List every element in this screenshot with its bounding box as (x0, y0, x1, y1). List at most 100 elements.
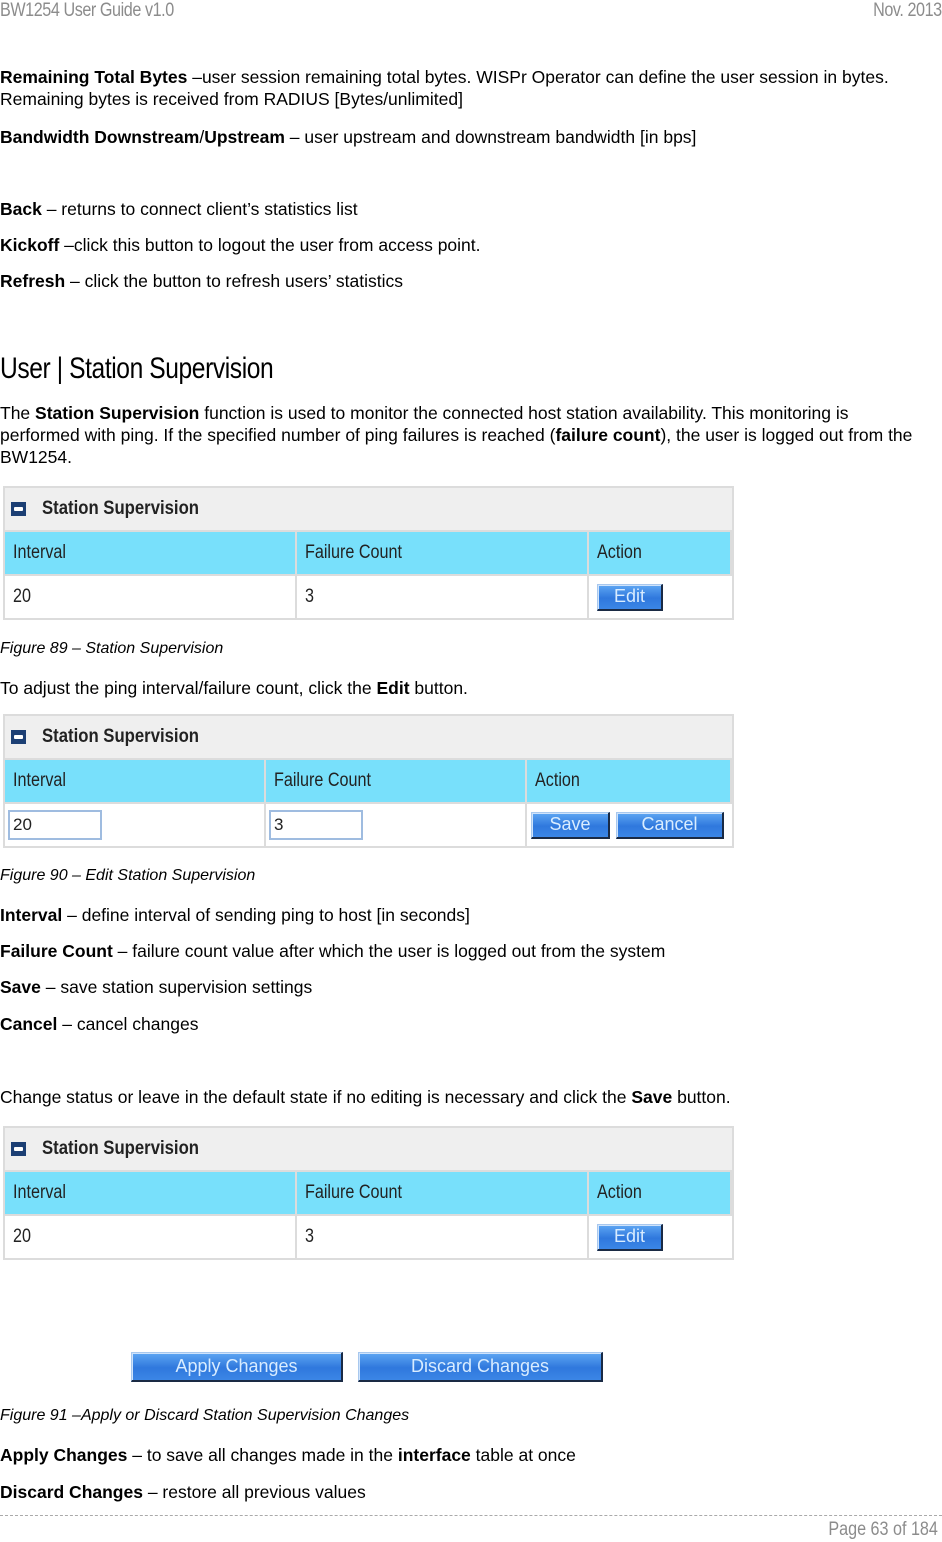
table-row: 20 3 Save Cancel (5, 804, 732, 846)
action-cell: Save Cancel (527, 804, 732, 846)
term: Cancel (0, 1014, 58, 1034)
def-text: – failure count value after which the us… (112, 941, 666, 961)
action-cell: Edit (589, 1216, 732, 1258)
def-refresh: Refresh – click the button to refresh us… (0, 270, 930, 292)
term: Failure Count (0, 941, 113, 961)
panel-title: Station Supervision (42, 1138, 200, 1159)
def-remaining-total-bytes: Remaining Total Bytes –user session rema… (0, 66, 930, 110)
col-label: Interval (13, 770, 66, 791)
footer-divider (0, 1515, 942, 1516)
col-label: Interval (13, 1182, 66, 1203)
cell-text: 20 (13, 586, 31, 607)
term: Station Supervision (35, 403, 200, 423)
term: Discard Changes (0, 1482, 143, 1502)
term: Upstream (204, 127, 285, 147)
term: Save (0, 977, 41, 997)
def-interval: Interval – define interval of sending pi… (0, 904, 930, 926)
interval-value: 20 (5, 576, 297, 618)
term: Edit (376, 678, 410, 698)
panel-title: Station Supervision (42, 498, 200, 519)
table-header-row: Interval Failure Count Action (5, 760, 732, 804)
col-interval: Interval (5, 1172, 297, 1216)
term: Apply Changes (0, 1445, 128, 1465)
save-button[interactable]: Save (531, 811, 610, 839)
panel-title: Station Supervision (42, 726, 200, 747)
def-failure-count: Failure Count – failure count value afte… (0, 940, 930, 962)
col-label: Failure Count (305, 1182, 402, 1203)
def-save: Save – save station supervision settings (0, 976, 930, 998)
text: – to save all changes made in the (127, 1445, 398, 1465)
term: Interval (0, 905, 63, 925)
text: The (0, 403, 36, 423)
failure-count-cell: 3 (266, 804, 527, 846)
edit-button[interactable]: Edit (597, 1223, 663, 1251)
def-text: – define interval of sending ping to hos… (62, 905, 470, 925)
doc-header-date: Nov. 2013 (873, 0, 942, 21)
panel-arrow-icon (11, 502, 26, 516)
col-interval: Interval (5, 760, 266, 804)
action-cell: Edit (589, 576, 732, 618)
def-text: – save station supervision settings (40, 977, 313, 997)
def-apply-changes: Apply Changes – to save all changes made… (0, 1444, 930, 1466)
figure-caption: Figure 90 – Edit Station Supervision (0, 867, 256, 884)
failure-count-value: 3 (297, 576, 589, 618)
interval-value: 20 (5, 1216, 297, 1258)
cancel-button[interactable]: Cancel (616, 811, 724, 839)
table-row: 20 3 Edit (5, 576, 732, 618)
text: table at once (470, 1445, 576, 1465)
col-action: Action (589, 1172, 732, 1216)
cell-text: 3 (305, 586, 314, 607)
edit-instruction: To adjust the ping interval/failure coun… (0, 677, 930, 699)
section-description: The Station Supervision function is used… (0, 402, 930, 468)
col-label: Interval (13, 542, 66, 563)
col-interval: Interval (5, 532, 297, 576)
col-label: Failure Count (274, 770, 371, 791)
term: Bandwidth Downstream (0, 127, 200, 147)
text: button. (672, 1087, 731, 1107)
def-discard-changes: Discard Changes – restore all previous v… (0, 1481, 930, 1503)
panel-arrow-icon (11, 1142, 26, 1156)
text: To adjust the ping interval/failure coun… (0, 678, 377, 698)
def-text: – user upstream and downstream bandwidth… (284, 127, 697, 147)
edit-button[interactable]: Edit (597, 583, 663, 611)
term: failure count (555, 425, 661, 445)
term: Back (0, 199, 42, 219)
station-supervision-result-panel: Station Supervision Interval Failure Cou… (3, 1126, 734, 1260)
col-label: Action (597, 542, 642, 563)
def-text: – click the button to refresh users’ sta… (65, 271, 403, 291)
def-text: –click this button to logout the user fr… (59, 235, 481, 255)
def-back: Back – returns to connect client’s stati… (0, 198, 930, 220)
change-status-text: Change status or leave in the default st… (0, 1086, 930, 1108)
def-kickoff: Kickoff –click this button to logout the… (0, 234, 930, 256)
figure-caption: Figure 91 –Apply or Discard Station Supe… (0, 1407, 410, 1424)
table-header-row: Interval Failure Count Action (5, 532, 732, 576)
def-text: – restore all previous values (142, 1482, 366, 1502)
panel-header: Station Supervision (5, 1128, 732, 1172)
panel-header: Station Supervision (5, 716, 732, 760)
col-failure-count: Failure Count (297, 532, 589, 576)
col-failure-count: Failure Count (266, 760, 527, 804)
text: button. (409, 678, 468, 698)
def-text: – cancel changes (57, 1014, 199, 1034)
term: interface (397, 1445, 471, 1465)
col-label: Failure Count (305, 542, 402, 563)
section-title: User | Station Supervision (0, 352, 274, 385)
table-header-row: Interval Failure Count Action (5, 1172, 732, 1216)
term: Save (631, 1087, 673, 1107)
failure-count-input[interactable]: 3 (269, 810, 363, 840)
cell-text: 3 (305, 1226, 314, 1247)
term: Kickoff (0, 235, 60, 255)
panel-arrow-icon (11, 730, 26, 744)
failure-count-value: 3 (297, 1216, 589, 1258)
def-bandwidth: Bandwidth Downstream/Upstream – user ups… (0, 126, 930, 148)
table-row: 20 3 Edit (5, 1216, 732, 1258)
discard-changes-button[interactable]: Discard Changes (358, 1352, 603, 1382)
text: Change status or leave in the default st… (0, 1087, 632, 1107)
col-action: Action (527, 760, 732, 804)
station-supervision-edit-panel: Station Supervision Interval Failure Cou… (3, 714, 734, 848)
interval-input[interactable]: 20 (8, 810, 102, 840)
apply-changes-button[interactable]: Apply Changes (131, 1352, 343, 1382)
page-number: Page 63 of 184 (828, 1519, 938, 1540)
interval-cell: 20 (5, 804, 266, 846)
doc-header-title: BW1254 User Guide v1.0 (0, 0, 174, 21)
